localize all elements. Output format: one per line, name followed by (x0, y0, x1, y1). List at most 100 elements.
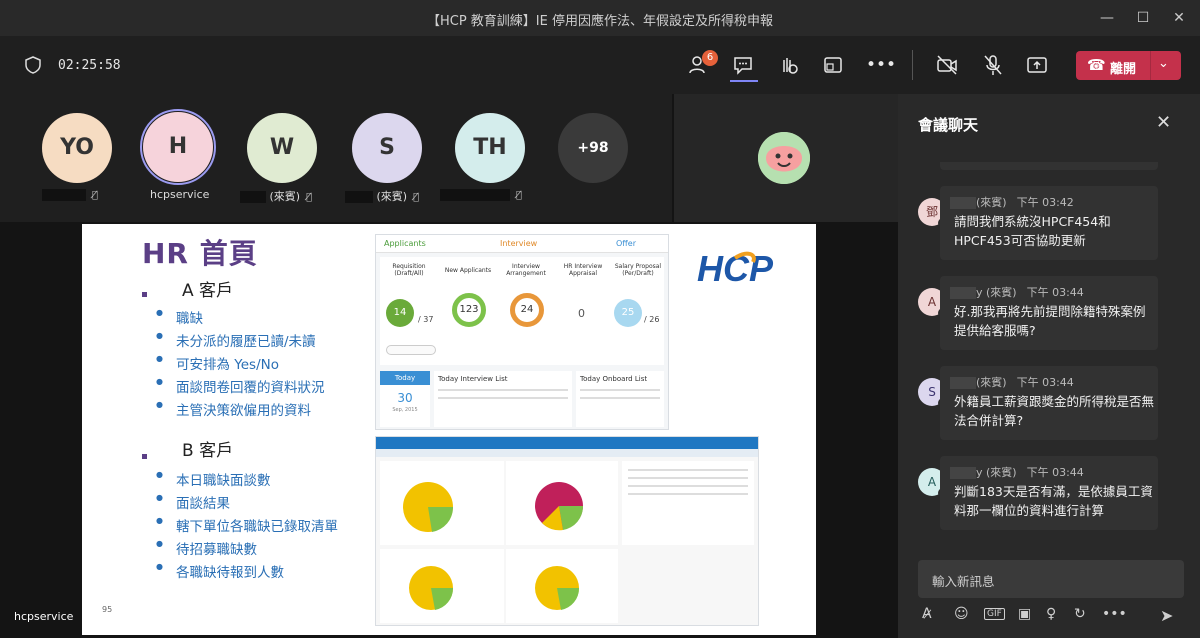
loop-icon[interactable]: ↻ (1074, 606, 1086, 622)
message-input-placeholder: 輸入新訊息 (932, 574, 995, 589)
chat-message[interactable]: (來賓) 下午 03:42 請問我們系統沒HPCF454和HPCF453可否協助更… (940, 186, 1158, 260)
today-label: Today (380, 371, 430, 385)
onboard-list-title: Today Onboard List (580, 375, 648, 383)
participant-avatar[interactable]: YO (42, 113, 112, 183)
tab-offer: Offer (616, 239, 637, 248)
list-item: 各職缺待報到人數 (156, 561, 284, 581)
today-card: Today 30 Sep, 2015 (380, 371, 430, 427)
metric-total: / 37 (418, 315, 434, 324)
list-item: 未分派的履歷已讀/未讀 (156, 330, 316, 350)
onboard-list: Today Onboard List (576, 371, 664, 427)
avatar-initial: S (928, 385, 936, 399)
mic-off-icon: 🎙̸ (516, 190, 523, 201)
participant-name: hcpservice (150, 188, 210, 201)
shield-icon (25, 56, 41, 74)
message-meta: (來賓) 下午 03:44 (950, 374, 1074, 390)
meeting-toolbar: 02:25:58 ••• (0, 36, 1200, 94)
list-item (438, 389, 568, 391)
avatar-initial: A (927, 475, 937, 489)
presenter-label: hcpservice (14, 610, 74, 623)
message-time: 下午 03:42 (1016, 196, 1074, 209)
chevron-down-icon[interactable]: ⌄ (1158, 56, 1169, 71)
camera-off-icon[interactable] (934, 52, 960, 78)
chat-title: 會議聊天 (918, 116, 979, 134)
message-meta: (來賓) 下午 03:42 (950, 194, 1074, 210)
maximize-icon[interactable]: ☐ (1133, 8, 1153, 28)
previous-message-edge (940, 162, 1158, 170)
avatar (758, 132, 810, 184)
minimize-icon[interactable]: — (1097, 8, 1117, 28)
toolbar-divider (912, 50, 913, 80)
leave-button[interactable]: ☎ 離開 ⌄ (1076, 51, 1181, 80)
hcp-logo: HCP (697, 248, 774, 288)
more-participants-button[interactable]: +98 (558, 113, 628, 183)
chat-message[interactable]: y (來賓) 下午 03:44 判斷183天是否有滿，是依據員工資料那一欄位的資料… (940, 456, 1158, 530)
share-tray-icon[interactable] (820, 52, 846, 78)
metric-label: HR Interview Appraisal (563, 263, 603, 277)
message-input[interactable]: 輸入新訊息 (918, 560, 1184, 598)
table-row (628, 469, 748, 471)
participant-avatar[interactable]: H (143, 112, 213, 182)
message-text: 好.那我再將先前提問除籍特殊案例提供給客服嗎? (954, 304, 1146, 338)
send-icon[interactable]: ➤ (1160, 606, 1173, 625)
chart-panel (506, 549, 618, 623)
message-meta: y (來賓) 下午 03:44 (950, 284, 1084, 300)
avatar-initial: A (927, 295, 937, 309)
list-item: 轄下單位各職缺已錄取清單 (156, 515, 338, 535)
metric-circle: 25 (614, 299, 642, 327)
metric-donut: 123 (452, 293, 486, 327)
pie-chart (535, 566, 580, 610)
gif-icon[interactable]: GIF (984, 608, 1005, 620)
chat-active-indicator (730, 80, 758, 82)
close-icon[interactable]: ✕ (1156, 112, 1171, 133)
participant-avatar[interactable]: TH (455, 113, 525, 183)
metric-donut: 24 (510, 293, 544, 327)
sticker-icon[interactable]: ▣ (1018, 606, 1031, 622)
meeting-chat-panel: 會議聊天 ✕ 鄧 (來賓) 下午 03:42 請問我們系統沒HPCF454和HPC… (898, 94, 1200, 638)
close-window-icon[interactable]: ✕ (1169, 8, 1189, 28)
message-time: 下午 03:44 (1016, 376, 1074, 389)
today-month: Sep, 2015 (392, 407, 418, 413)
chat-icon[interactable] (730, 52, 756, 78)
search-input[interactable] (386, 345, 436, 355)
message-meta: y (來賓) 下午 03:44 (950, 464, 1084, 480)
shared-slide: HR 首頁 A 客戶 職缺 未分派的履歷已讀/未讀 可安排為 Yes/No 面談… (82, 224, 816, 635)
table-row (628, 485, 748, 487)
dashboard-screenshot: Applicants Interview Offer Requisition (… (375, 234, 669, 430)
mic-off-icon: 🎙̸ (413, 192, 420, 203)
participant-avatar[interactable]: S (352, 113, 422, 183)
interview-list: Today Interview List (434, 371, 572, 427)
list-item: 本日職缺面談數 (156, 469, 270, 489)
dashboard-metrics: Requisition (Draft/All) New Applicants I… (380, 257, 664, 365)
participant-name: 🎙̸ (440, 188, 522, 201)
more-icon[interactable]: ••• (1102, 606, 1127, 622)
praise-icon[interactable]: ♀ (1046, 606, 1056, 622)
interview-list-title: Today Interview List (438, 375, 508, 383)
list-item (580, 397, 660, 399)
message-sender: y (來賓) (976, 466, 1017, 479)
share-screen-icon[interactable] (1024, 52, 1050, 78)
emoji-icon[interactable]: ☺ (954, 606, 969, 622)
chat-message[interactable]: (來賓) 下午 03:44 外籍員工薪資跟獎金的所得稅是否無法合併計算? (940, 366, 1158, 440)
list-item: 可安排為 Yes/No (156, 353, 279, 373)
logo-text: HCP (697, 248, 774, 288)
dashboard-screenshot (375, 436, 759, 626)
reactions-icon[interactable] (775, 52, 801, 78)
pie-chart (535, 482, 584, 531)
section-heading: B 客戶 (182, 441, 234, 461)
metric-circle: 14 (386, 299, 414, 327)
participant-avatar[interactable]: W (247, 113, 317, 183)
tab-interview: Interview (500, 239, 538, 248)
participant-name-text: (來賓) (376, 190, 408, 203)
chat-message[interactable]: y (來賓) 下午 03:44 好.那我再將先前提問除籍特殊案例提供給客服嗎? (940, 276, 1158, 350)
leave-label: 離開 (1110, 62, 1137, 77)
table-row (628, 477, 748, 479)
chart-panel (380, 461, 504, 545)
more-icon[interactable]: ••• (866, 52, 896, 78)
list-item: 待招募職缺數 (156, 538, 257, 558)
chart-panel (380, 549, 504, 623)
metric-label: Salary Proposal (Per/Draft) (614, 263, 662, 277)
format-icon[interactable]: A̷ (922, 606, 932, 622)
mic-off-icon[interactable] (980, 52, 1006, 78)
participant-name-text: (來賓) (269, 190, 301, 203)
